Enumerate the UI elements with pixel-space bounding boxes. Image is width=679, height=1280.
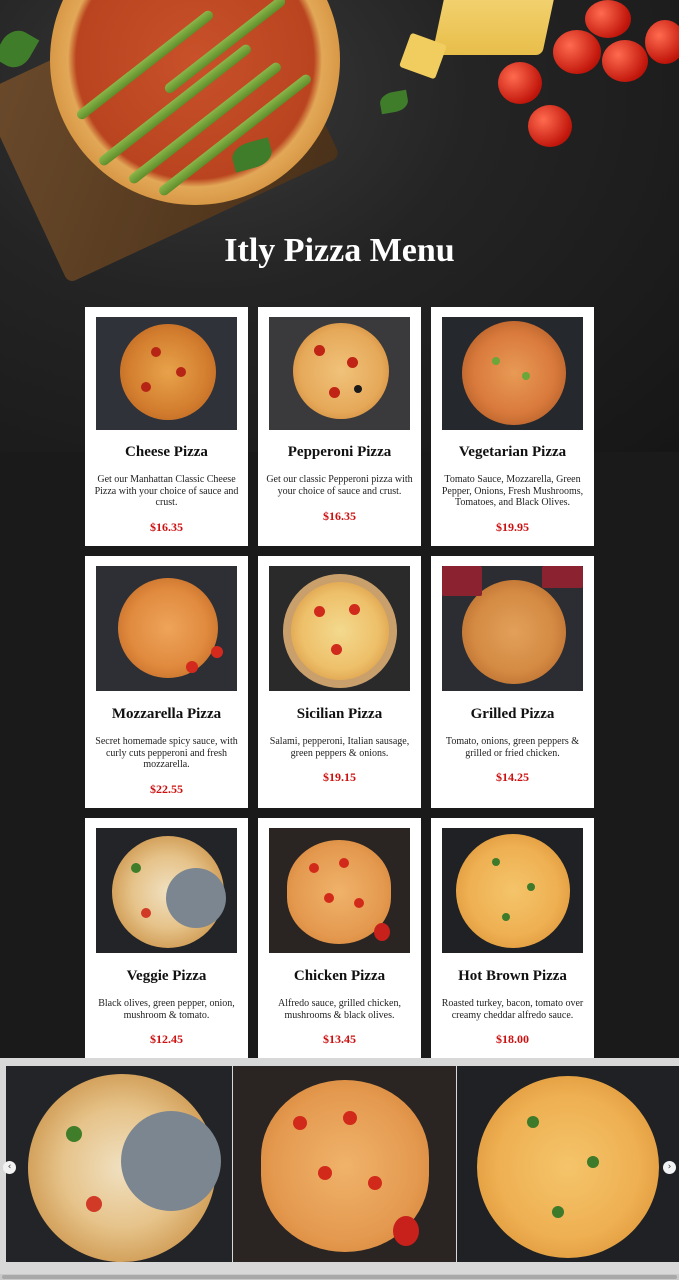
- slide-hot-brown-pizza[interactable]: [457, 1066, 679, 1262]
- menu-card-pepperoni-pizza[interactable]: Pepperoni Pizza Get our classic Pepperon…: [258, 307, 421, 546]
- cheese-block-image: [432, 0, 558, 55]
- image-slider[interactable]: [0, 1058, 679, 1280]
- pizza-price: $16.35: [323, 509, 356, 523]
- pizza-price: $13.45: [323, 1032, 356, 1046]
- pizza-description: Get our Manhattan Classic Cheese Pizza w…: [94, 474, 239, 508]
- scrollbar-thumb[interactable]: [2, 1275, 677, 1279]
- menu-card-veggie-pizza[interactable]: Veggie Pizza Black olives, green pepper,…: [85, 818, 248, 1058]
- pizza-image: [96, 828, 237, 953]
- pizza-price: $16.35: [150, 520, 183, 534]
- tomato-image: [645, 20, 679, 64]
- pizza-image: [442, 828, 583, 953]
- pizza-price: $14.25: [496, 770, 529, 784]
- pizza-description: Black olives, green pepper, onion, mushr…: [98, 998, 235, 1021]
- pizza-price: $19.95: [496, 520, 529, 534]
- pizza-name: Hot Brown Pizza: [458, 968, 567, 984]
- pizza-name: Sicilian Pizza: [296, 706, 383, 722]
- pizza-image: [96, 317, 237, 430]
- page-title: Itly Pizza Menu: [224, 232, 455, 269]
- tomato-image: [602, 40, 648, 82]
- menu-card-mozzarella-pizza[interactable]: Mozzarella Pizza Secret homemade spicy s…: [85, 556, 248, 808]
- menu-card-hot-brown-pizza[interactable]: Hot Brown Pizza Roasted turkey, bacon, t…: [431, 818, 594, 1058]
- tomato-image: [553, 30, 601, 74]
- menu-card-vegetarian-pizza[interactable]: Vegetarian Pizza Tomato Sauce, Mozzarell…: [431, 307, 594, 546]
- menu-card-sicilian-pizza[interactable]: Sicilian Pizza Salami, pepperoni, Italia…: [258, 556, 421, 808]
- chevron-left-icon[interactable]: ‹: [3, 1161, 16, 1174]
- pizza-description: Tomato, onions, green peppers & grilled …: [445, 736, 580, 759]
- pizza-price: $18.00: [496, 1032, 529, 1046]
- pizza-description: Salami, pepperoni, Italian sausage, gree…: [269, 736, 410, 759]
- pizza-price: $22.55: [150, 782, 183, 796]
- pizza-image: [442, 317, 583, 430]
- pizza-name: Pepperoni Pizza: [287, 444, 392, 460]
- pizza-price: $19.15: [323, 770, 356, 784]
- pizza-image: [442, 566, 583, 691]
- pizza-description: Get our classic Pepperoni pizza with you…: [266, 474, 413, 497]
- tomato-image: [585, 0, 631, 38]
- menu-card-chicken-pizza[interactable]: Chicken Pizza Alfredo sauce, grilled chi…: [258, 818, 421, 1058]
- pizza-description: Secret homemade spicy sauce, with curly …: [95, 736, 238, 770]
- pizza-image: [269, 566, 410, 691]
- chevron-right-icon[interactable]: ›: [663, 1161, 676, 1174]
- pizza-name: Vegetarian Pizza: [458, 444, 567, 460]
- pizza-name: Cheese Pizza: [125, 444, 208, 460]
- pizza-image: [269, 828, 410, 953]
- basil-leaf: [0, 24, 40, 74]
- slide-veggie-pizza[interactable]: [6, 1066, 232, 1262]
- basil-leaf: [378, 89, 410, 115]
- horizontal-scrollbar[interactable]: [0, 1274, 679, 1280]
- pizza-name: Grilled Pizza: [470, 706, 555, 722]
- tomato-image: [528, 105, 572, 147]
- pizza-image: [269, 317, 410, 430]
- menu-card-cheese-pizza[interactable]: Cheese Pizza Get our Manhattan Classic C…: [85, 307, 248, 546]
- menu-card-grilled-pizza[interactable]: Grilled Pizza Tomato, onions, green pepp…: [431, 556, 594, 808]
- pizza-image: [96, 566, 237, 691]
- pizza-price: $12.45: [150, 1032, 183, 1046]
- pizza-description: Roasted turkey, bacon, tomato over cream…: [441, 998, 584, 1021]
- tomato-image: [498, 62, 542, 104]
- pizza-name: Veggie Pizza: [126, 968, 207, 984]
- pizza-name: Mozzarella Pizza: [111, 706, 222, 722]
- slide-chicken-pizza[interactable]: [233, 1066, 456, 1262]
- pizza-description: Tomato Sauce, Mozzarella, Green Pepper, …: [441, 474, 584, 508]
- pizza-name: Chicken Pizza: [293, 968, 386, 984]
- pizza-description: Alfredo sauce, grilled chicken, mushroom…: [277, 998, 401, 1021]
